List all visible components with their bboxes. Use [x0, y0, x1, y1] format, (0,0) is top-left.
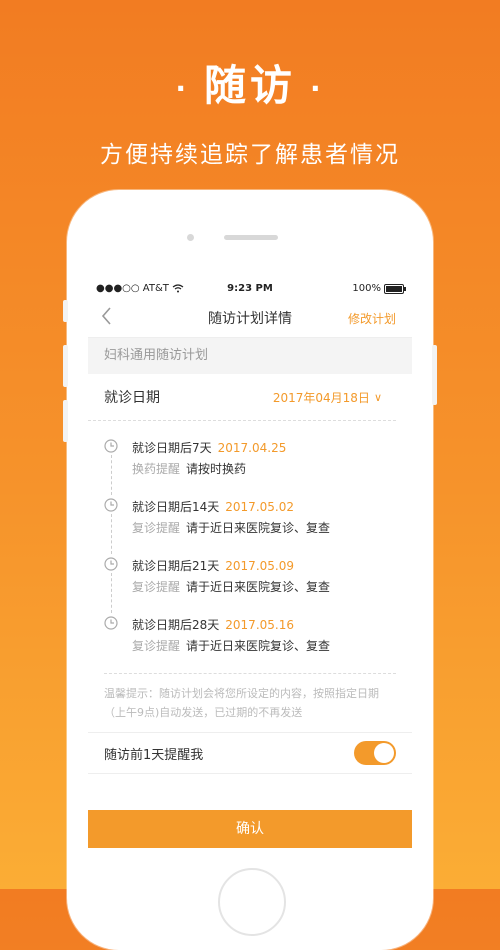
timeline-title-text: 就诊日期后28天 [132, 618, 220, 632]
clock-icon [104, 439, 118, 453]
timeline-item: 就诊日期后14天 2017.05.02 复诊提醒 请于近日来医院复诊、复查 [88, 486, 412, 554]
phone-camera [187, 234, 194, 241]
toggle-knob [374, 743, 394, 763]
phone-side-button [63, 345, 68, 387]
visit-date-label: 就诊日期 [104, 390, 160, 406]
status-bar: ●●●○○ AT&T 9:23 PM 100% [88, 278, 412, 299]
timeline-date: 2017.05.02 [225, 500, 294, 514]
timeline-tag: 换药提醒 [132, 462, 181, 476]
timeline-text: 请于近日来医院复诊、复查 [186, 639, 331, 653]
followup-timeline: 就诊日期后7天 2017.04.25 换药提醒 请按时换药 就诊日期后14天 2017… [88, 421, 412, 663]
promo-title: 随访 [203, 61, 296, 110]
timeline-detail: 复诊提醒 请于近日来医院复诊、复查 [132, 578, 330, 595]
timeline-text: 请按时换药 [186, 462, 247, 476]
timeline-date: 2017.04.25 [217, 441, 287, 455]
timeline-title: 就诊日期后21天 2017.05.09 [132, 557, 294, 574]
plan-name: 妇科通用随访计划 [88, 338, 412, 374]
chevron-left-icon[interactable] [100, 305, 112, 327]
timeline-detail: 复诊提醒 请于近日来医院复诊、复查 [132, 519, 330, 536]
timeline-tag: 复诊提醒 [132, 521, 181, 535]
promo-dot-right: · [310, 72, 325, 105]
chevron-down-icon[interactable]: ∨ [374, 391, 382, 404]
timeline-date: 2017.05.16 [225, 618, 294, 632]
timeline-title-text: 就诊日期后14天 [132, 500, 220, 514]
timeline-title-text: 就诊日期后7天 [132, 441, 212, 455]
timeline-title: 就诊日期后7天 2017.04.25 [132, 439, 286, 456]
visit-date-value[interactable]: 2017年04月18日 [273, 389, 370, 406]
clock-icon [104, 557, 118, 571]
status-time: 9:23 PM [227, 283, 273, 294]
notice-text: 温馨提示：随访计划会将您所设定的内容，按照指定日期（上午9点)自动发送，已过期的… [104, 673, 396, 722]
timeline-date: 2017.05.09 [225, 559, 294, 573]
timeline-item: 就诊日期后21天 2017.05.09 复诊提醒 请于近日来医院复诊、复查 [88, 545, 412, 613]
phone-speaker [224, 235, 278, 240]
promo-subtitle: 方便持续追踪了解患者情况 [100, 142, 400, 168]
timeline-tag: 复诊提醒 [132, 580, 181, 594]
remind-label: 随访前1天提醒我 [104, 747, 204, 763]
edit-plan-button[interactable]: 修改计划 [348, 310, 396, 327]
confirm-button[interactable]: 确认 [88, 810, 412, 848]
app-screen: ●●●○○ AT&T 9:23 PM 100% 随访计划详情 修改计划 妇科通用… [88, 278, 412, 860]
timeline-text: 请于近日来医院复诊、复查 [186, 580, 331, 594]
remind-toggle[interactable] [354, 741, 396, 765]
phone-side-button [432, 345, 437, 405]
home-button [218, 868, 286, 936]
timeline-detail: 换药提醒 请按时换药 [132, 460, 246, 477]
promo-title-line: · 随访 · [0, 52, 500, 113]
clock-icon [104, 616, 118, 630]
clock-icon [104, 498, 118, 512]
battery-icon [384, 283, 406, 294]
remind-row: 随访前1天提醒我 [88, 732, 412, 774]
nav-bar: 随访计划详情 修改计划 [88, 299, 412, 338]
timeline-title-text: 就诊日期后21天 [132, 559, 220, 573]
timeline-tag: 复诊提醒 [132, 639, 181, 653]
phone-side-button [63, 300, 68, 322]
promo-header: · 随访 · 方便持续追踪了解患者情况 [0, 52, 500, 169]
promo-dot-left: · [175, 72, 190, 105]
timeline-text: 请于近日来医院复诊、复查 [186, 521, 331, 535]
timeline-item: 就诊日期后7天 2017.04.25 换药提醒 请按时换药 [88, 427, 412, 495]
visit-date-row[interactable]: 就诊日期 2017年04月18日 ∨ [88, 374, 396, 421]
phone-side-button [63, 400, 68, 442]
timeline-title: 就诊日期后28天 2017.05.16 [132, 616, 294, 633]
timeline-title: 就诊日期后14天 2017.05.02 [132, 498, 294, 515]
timeline-item: 就诊日期后28天 2017.05.16 复诊提醒 请于近日来医院复诊、复查 [88, 604, 412, 663]
timeline-detail: 复诊提醒 请于近日来医院复诊、复查 [132, 637, 330, 654]
